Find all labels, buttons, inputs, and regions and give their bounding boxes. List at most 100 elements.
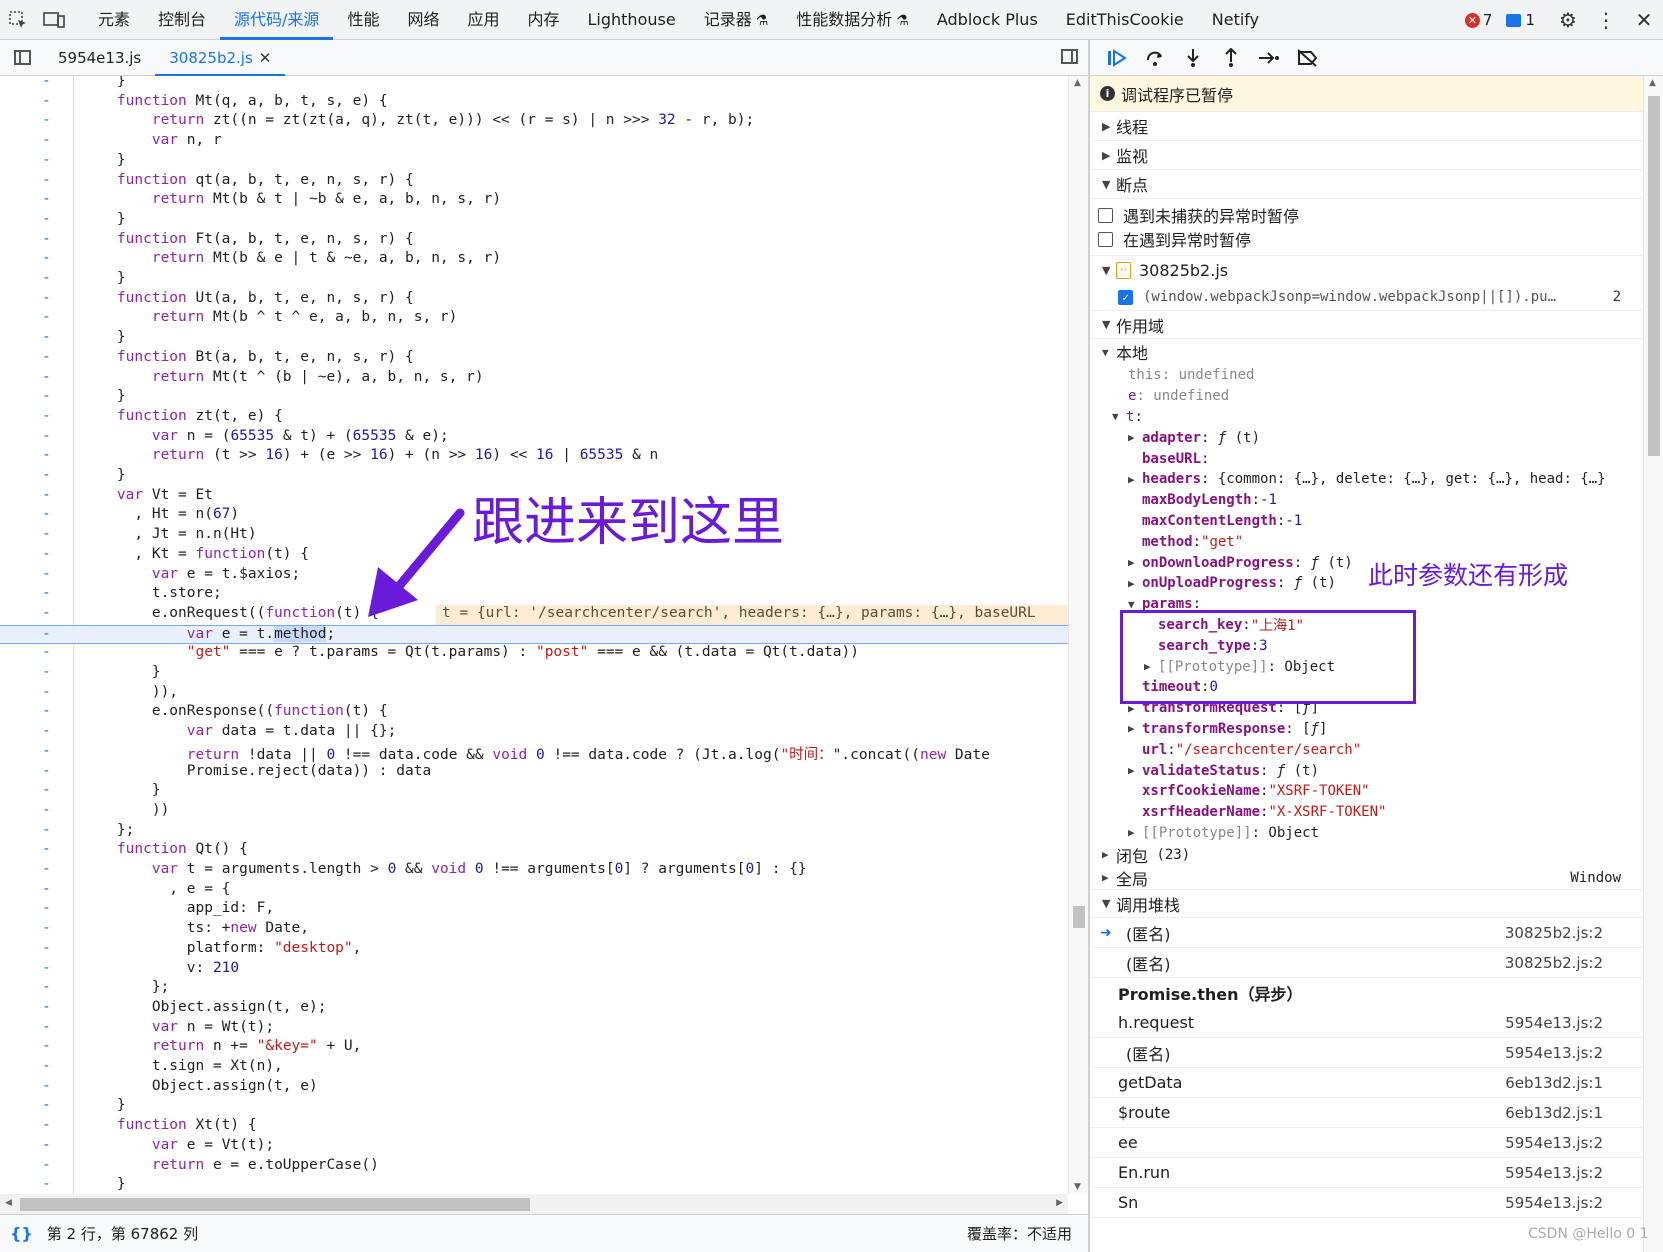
tab-editthiscookie[interactable]: EditThisCookie [1052, 0, 1198, 40]
toggle-debugger-icon[interactable] [1061, 49, 1078, 64]
line-marker[interactable]: - [42, 152, 51, 168]
code-line[interactable]: - var e = t.$axios; [0, 566, 1068, 586]
line-marker[interactable]: - [42, 132, 51, 148]
line-marker[interactable]: - [42, 487, 51, 503]
line-marker[interactable]: - [42, 93, 51, 109]
file-tab-5954e13[interactable]: 5954e13.js [44, 40, 155, 76]
step-into-icon[interactable] [1174, 40, 1212, 76]
line-marker[interactable]: - [42, 388, 51, 404]
scope-var-e[interactable]: e: undefined [1090, 386, 1643, 407]
pretty-print-icon[interactable]: {} [10, 1224, 33, 1243]
code-line[interactable]: - var n = (65535 & t) + (65535 & e); [0, 428, 1068, 448]
prop-baseurl[interactable]: baseURL: [1090, 448, 1643, 469]
code-line[interactable]: - function Bt(a, b, t, e, n, s, r) { [0, 349, 1068, 369]
code-line[interactable]: - t.sign = Xt(n), [0, 1058, 1068, 1078]
step-icon[interactable] [1250, 40, 1288, 76]
line-marker[interactable]: - [42, 723, 51, 739]
code-line[interactable]: - return (t >> 16) + (e >> 16) + (n >> 1… [0, 447, 1068, 467]
code-vertical-scrollbar[interactable]: ▲ ▼ [1068, 76, 1088, 1194]
tab-lighthouse[interactable]: Lighthouse [574, 0, 690, 40]
frame-location[interactable]: 5954e13.js:2 [1505, 1134, 1603, 1152]
line-marker[interactable]: - [42, 369, 51, 385]
close-devtools-icon[interactable]: ✕ [1625, 0, 1663, 40]
line-marker[interactable]: - [42, 960, 51, 976]
code-line[interactable]: - }; [0, 822, 1068, 842]
callstack-frame[interactable]: ➜ (匿名) 30825b2.js:2 [1090, 918, 1643, 949]
prop-xsrfcookiename[interactable]: xsrfCookieName: "XSRF-TOKEN" [1090, 781, 1643, 802]
code-line[interactable]: - var e = Vt(t); [0, 1137, 1068, 1157]
code-line[interactable]: - return n += "&key=" + U, [0, 1038, 1068, 1058]
tab-adblock-plus[interactable]: Adblock Plus [923, 0, 1052, 40]
code-line[interactable]: - return Mt(t ^ (b | ~e), a, b, n, s, r) [0, 369, 1068, 389]
line-marker[interactable]: - [42, 270, 51, 286]
tab-elements[interactable]: 元素 [84, 0, 144, 40]
code-line[interactable]: - return Mt(b & e | t & ~e, a, b, n, s, … [0, 250, 1068, 270]
code-line[interactable]: - platform: "desktop", [0, 940, 1068, 960]
code-line[interactable]: - ts: +new Date, [0, 920, 1068, 940]
line-marker[interactable]: - [42, 408, 51, 424]
code-line[interactable]: - e.onResponse((function(t) { [0, 703, 1068, 723]
line-marker[interactable]: - [42, 802, 51, 818]
callstack-frame[interactable]: $route 6eb13d2.js:1 [1090, 1098, 1643, 1129]
resume-icon[interactable] [1098, 40, 1136, 76]
step-out-icon[interactable] [1212, 40, 1250, 76]
code-line[interactable]: - } [0, 270, 1068, 290]
line-marker[interactable]: - [42, 467, 51, 483]
code-line[interactable]: - return e = e.toUpperCase() [0, 1157, 1068, 1177]
callstack-frame[interactable]: En.run 5954e13.js:2 [1090, 1158, 1643, 1189]
frame-location[interactable]: 6eb13d2.js:1 [1505, 1104, 1603, 1122]
code-line[interactable]: - } [0, 782, 1068, 802]
prop-adapter[interactable]: ▶ adapter: ƒ (t) [1090, 427, 1643, 448]
line-marker[interactable]: - [42, 743, 51, 759]
callstack-frame[interactable]: getData 6eb13d2.js:1 [1090, 1068, 1643, 1099]
section-callstack[interactable]: ▼ 调用堆栈 [1090, 889, 1643, 919]
prop-maxcontentlength[interactable]: maxContentLength: -1 [1090, 511, 1643, 532]
settings-gear-icon[interactable]: ⚙ [1549, 0, 1587, 40]
line-marker[interactable]: - [42, 447, 51, 463]
code-vertical-scroll-thumb[interactable] [1073, 906, 1085, 928]
message-badge[interactable]: 1 [1506, 11, 1535, 29]
code-line[interactable]: - return zt((n = zt(zt(a, q), zt(t, e)))… [0, 112, 1068, 132]
section-scope[interactable]: ▼ 作用域 [1090, 310, 1643, 339]
callstack-frame[interactable]: ee 5954e13.js:2 [1090, 1128, 1643, 1159]
line-marker[interactable]: - [42, 1058, 51, 1074]
line-marker[interactable]: - [42, 526, 51, 542]
tab-sources[interactable]: 源代码/来源 [220, 0, 334, 40]
scope-local[interactable]: ▼ 本地 [1090, 339, 1643, 365]
prop-url[interactable]: url: "/searchcenter/search" [1090, 739, 1643, 760]
line-marker[interactable]: - [42, 211, 51, 227]
frame-location[interactable]: 30825b2.js:2 [1505, 924, 1603, 942]
code-line[interactable]: - "get" === e ? t.params = Qt(t.params) … [0, 644, 1068, 664]
tab-recorder[interactable]: 记录器 ⚗ [690, 0, 783, 40]
scope-var-this[interactable]: this: undefined [1090, 365, 1643, 386]
code-line[interactable]: - function Ft(a, b, t, e, n, s, r) { [0, 231, 1068, 251]
breakpoint-checkbox[interactable]: ✓ [1118, 289, 1133, 305]
code-line[interactable]: - } [0, 152, 1068, 172]
sidebar-scroll-thumb[interactable] [1648, 96, 1660, 456]
callstack-frame[interactable]: h.request 5954e13.js:2 [1090, 1008, 1643, 1039]
callstack-frame[interactable]: (匿名) 30825b2.js:2 [1090, 948, 1643, 979]
line-marker[interactable]: - [42, 1038, 51, 1054]
line-marker[interactable]: - [42, 1137, 51, 1153]
line-marker[interactable]: - [42, 546, 51, 562]
callstack-frame[interactable]: (匿名) 5954e13.js:2 [1090, 1038, 1643, 1069]
file-tab-30825b2[interactable]: 30825b2.js ✕ [155, 40, 286, 76]
code-line[interactable]: - v: 210 [0, 960, 1068, 980]
prop-maxbodylength[interactable]: maxBodyLength: -1 [1090, 490, 1643, 511]
code-line[interactable]: - }; [0, 979, 1068, 999]
pause-uncaught-checkbox[interactable] [1098, 207, 1113, 223]
breakpoint-file[interactable]: ▼ ‹› 30825b2.js [1090, 256, 1643, 284]
line-marker[interactable]: - [42, 172, 51, 188]
code-line[interactable]: - app_id: F, [0, 900, 1068, 920]
line-marker[interactable]: - [42, 349, 51, 365]
code-line[interactable]: - } [0, 1176, 1068, 1194]
scope-var-t[interactable]: ▼ t: [1090, 407, 1643, 428]
line-marker[interactable]: - [42, 191, 51, 207]
error-badge[interactable]: ✕ 7 [1464, 11, 1492, 29]
tab-performance-insights[interactable]: 性能数据分析 ⚗ [782, 0, 923, 40]
code-horizontal-scrollbar[interactable]: ◀ ▶ [0, 1194, 1068, 1214]
code-line[interactable]: - function Qt() { [0, 841, 1068, 861]
sidebar-vertical-scrollbar[interactable]: ▲ [1643, 76, 1663, 1252]
frame-location[interactable]: 6eb13d2.js:1 [1505, 1074, 1603, 1092]
code-line[interactable]: - function Xt(t) { [0, 1117, 1068, 1137]
